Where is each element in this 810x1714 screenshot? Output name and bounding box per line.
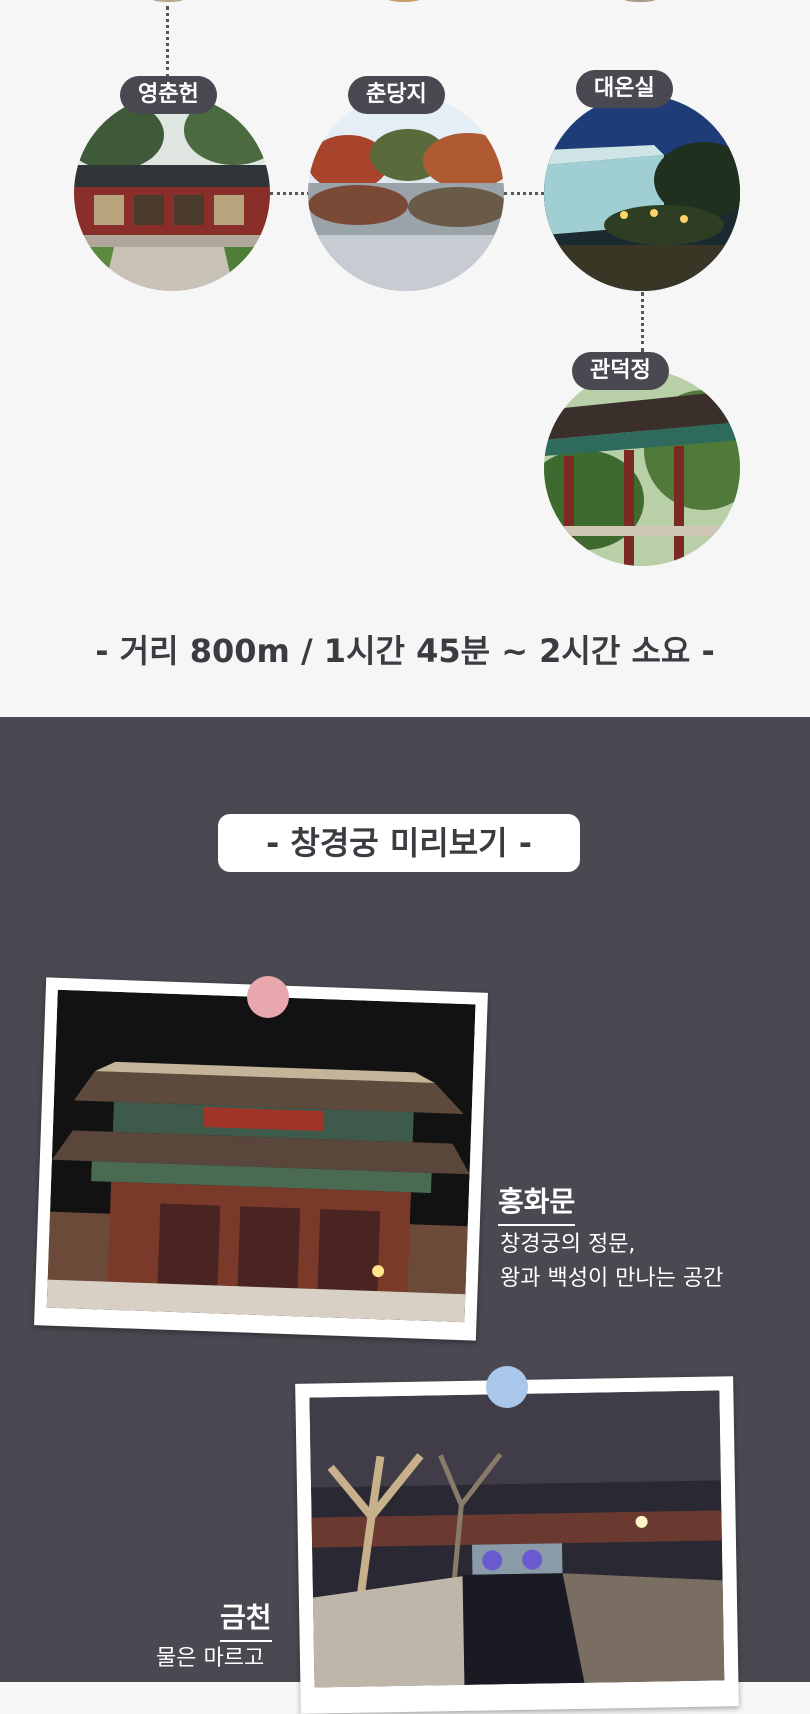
stop-label: 관덕정 <box>572 352 669 390</box>
yeongchunheon-photo <box>74 95 270 291</box>
place-title: 홍화문 <box>498 1180 576 1226</box>
geumcheon-photo <box>295 1376 739 1714</box>
previous-stops-edge <box>152 0 656 2</box>
connector-2-3 <box>504 192 544 195</box>
route-section: 영춘헌 춘당지 대온실 관덕정 - 거리 800m / 1시간 45분 ~ 2시… <box>0 0 810 717</box>
gwandeokjeong-photo <box>544 370 740 566</box>
place-desc-line: 왕과 백성이 만나는 공간 <box>500 1266 724 1291</box>
pin-icon <box>247 976 289 1018</box>
place-desc: 창경궁의 정문, 왕과 백성이 만나는 공간 <box>500 1228 723 1296</box>
stop-label: 대온실 <box>576 70 673 108</box>
place-desc-line: 물은 마르고 <box>156 1646 265 1671</box>
place-desc-line: 창경궁의 정문, <box>500 1232 636 1257</box>
place-desc: 물은 마르고 <box>156 1642 264 1676</box>
connector-3-4 <box>641 292 644 352</box>
connector-1-2 <box>270 192 310 195</box>
pin-icon <box>486 1366 528 1408</box>
chundangji-photo <box>308 95 504 291</box>
route-distance-info: - 거리 800m / 1시간 45분 ~ 2시간 소요 - <box>95 632 715 670</box>
preview-heading: - 창경궁 미리보기 - <box>218 814 580 872</box>
connector-top <box>166 6 169 78</box>
daeonsil-photo <box>544 95 740 291</box>
stop-label: 영춘헌 <box>120 76 217 114</box>
place-title: 금천 <box>220 1596 272 1642</box>
stop-label: 춘당지 <box>348 76 445 114</box>
honghwamun-photo <box>34 977 488 1341</box>
